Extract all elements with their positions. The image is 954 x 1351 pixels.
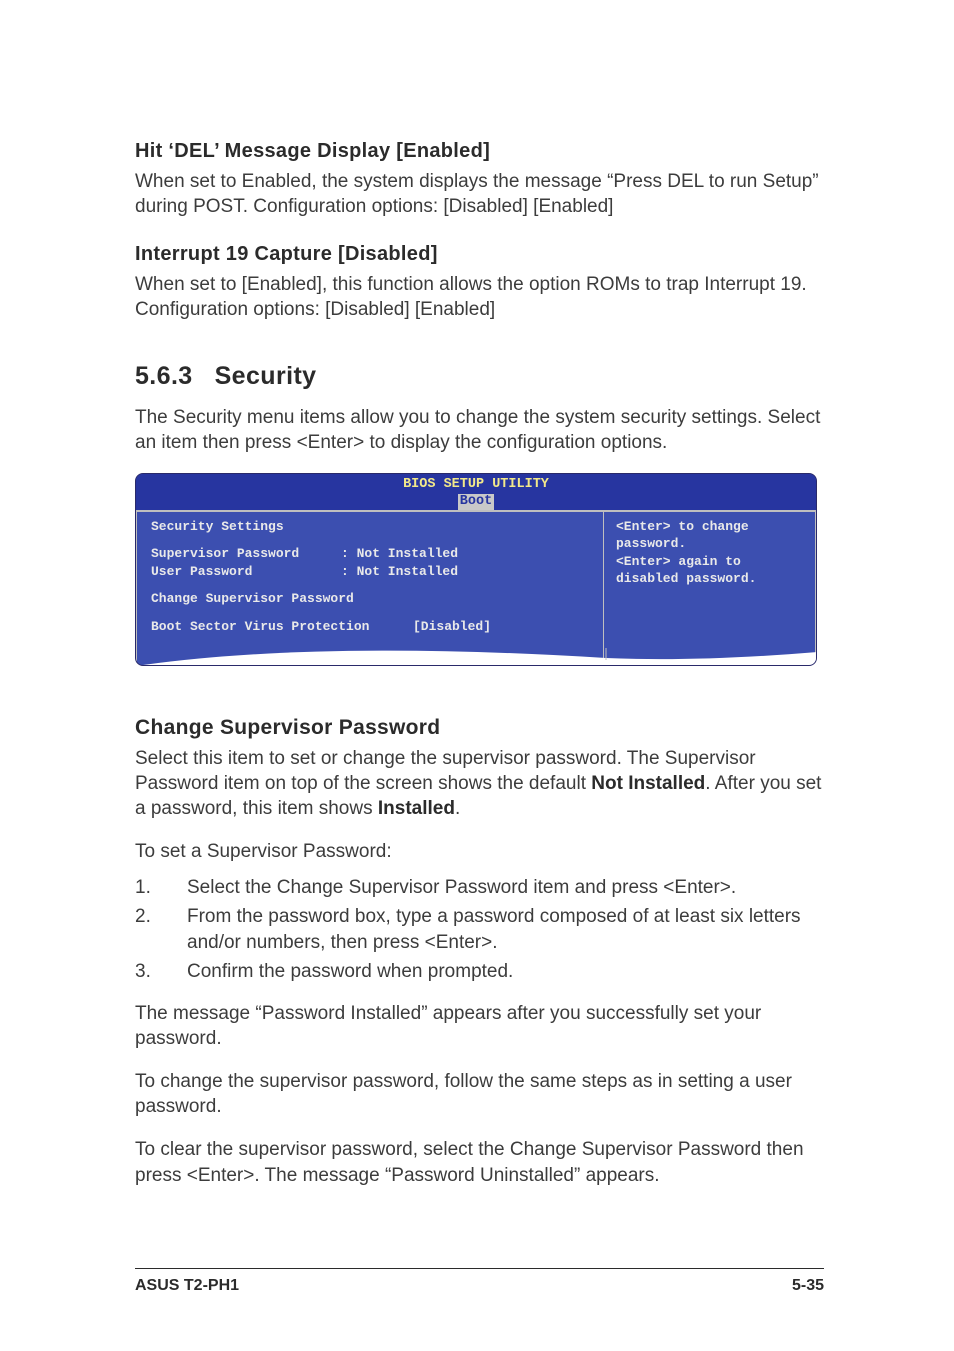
paragraph-csp-intro: Select this item to set or change the su…: [135, 746, 824, 821]
bios-left-panel: Security Settings Supervisor Password : …: [137, 511, 604, 666]
bios-title: BIOS SETUP UTILITY: [403, 477, 549, 492]
bios-supervisor-password-label: Supervisor Password: [151, 545, 341, 563]
bios-security-settings-label: Security Settings: [151, 518, 593, 536]
csp-installed-bold: Installed: [378, 798, 455, 819]
footer-product-name: ASUS T2-PH1: [135, 1277, 239, 1295]
bios-help-panel: <Enter> to change password. <Enter> agai…: [604, 511, 815, 666]
footer-page-number: 5-35: [792, 1277, 824, 1295]
bios-boot-sector-virus-value: [Disabled]: [413, 618, 491, 636]
bios-setup-utility-screenshot: BIOS SETUP UTILITY Boot Security Setting…: [135, 473, 817, 666]
step-1: Select the Change Supervisor Password it…: [135, 875, 824, 901]
step-3: Confirm the password when prompted.: [135, 959, 824, 985]
steps-list: Select the Change Supervisor Password it…: [135, 875, 824, 986]
bios-tab-boot: Boot: [458, 494, 494, 510]
csp-not-installed-bold: Not Installed: [591, 773, 705, 794]
bios-boot-sector-virus-label: Boot Sector Virus Protection: [151, 618, 413, 636]
footer-divider: [135, 1268, 824, 1269]
paragraph-security-intro: The Security menu items allow you to cha…: [135, 405, 824, 455]
paragraph-interrupt-19: When set to [Enabled], this function all…: [135, 272, 824, 322]
bios-title-bar: BIOS SETUP UTILITY Boot: [136, 474, 816, 509]
bios-user-password-label: User Password: [151, 563, 341, 581]
bios-change-supervisor-password-item: Change Supervisor Password: [151, 590, 593, 608]
csp-text-1e: .: [455, 798, 460, 819]
bios-user-password-value: : Not Installed: [341, 563, 458, 581]
bios-help-text: <Enter> to change password. <Enter> agai…: [616, 518, 805, 588]
bios-supervisor-password-value: : Not Installed: [341, 545, 458, 563]
heading-change-supervisor-password: Change Supervisor Password: [135, 716, 824, 740]
step-2: From the password box, type a password c…: [135, 904, 824, 955]
page-footer: ASUS T2-PH1 5-35: [135, 1268, 824, 1295]
paragraph-to-set: To set a Supervisor Password:: [135, 839, 824, 864]
paragraph-change-password: To change the supervisor password, follo…: [135, 1069, 824, 1119]
paragraph-clear-password: To clear the supervisor password, select…: [135, 1137, 824, 1187]
section-number: 5.6.3: [135, 362, 193, 391]
heading-hit-del: Hit ‘DEL’ Message Display [Enabled]: [135, 140, 824, 163]
section-title: Security: [215, 362, 317, 390]
paragraph-hit-del: When set to Enabled, the system displays…: [135, 169, 824, 219]
heading-interrupt-19: Interrupt 19 Capture [Disabled]: [135, 243, 824, 266]
section-heading-security: 5.6.3 Security: [135, 362, 824, 391]
paragraph-password-installed: The message “Password Installed” appears…: [135, 1001, 824, 1051]
